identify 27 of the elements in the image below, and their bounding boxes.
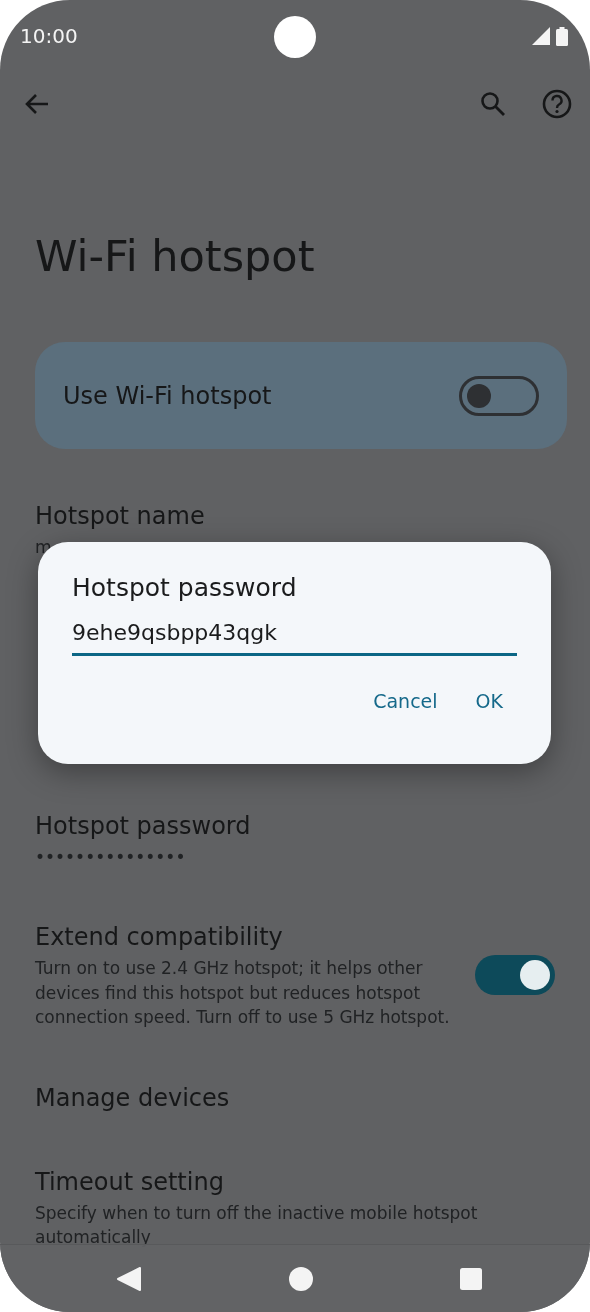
setting-title[interactable]: Hotspot password — [35, 809, 567, 842]
toggle-switch[interactable] — [475, 955, 555, 996]
main-switch-label: Use Wi-Fi hotspot — [63, 381, 272, 410]
setting-title[interactable]: Hotspot name — [35, 500, 567, 532]
setting-summary: ••••••••••••••• — [35, 845, 187, 869]
setting-title[interactable]: Extend compatibility — [35, 921, 455, 953]
setting-summary: Turn on to use 2.4 GHz hotspot; it helps other devices find this hotspot but reduces hotspot connection speed. Turn off to use 5 GHz hotspot. — [35, 957, 451, 1029]
dialog-button[interactable]: Cancel — [363, 684, 448, 718]
setting-title[interactable]: Timeout setting — [35, 1165, 567, 1198]
toggle-switch[interactable] — [459, 375, 539, 416]
main-switch-card[interactable]: Use Wi-Fi hotspot — [35, 342, 567, 449]
signal-icon — [532, 27, 550, 45]
dialog-button[interactable]: OK — [465, 684, 513, 718]
back-nav-icon[interactable] — [116, 1265, 142, 1292]
setting-summary: Specify when to turn off the inactive mobile hotspot automatically — [35, 1201, 479, 1249]
recents-nav-icon[interactable] — [460, 1267, 482, 1290]
camera-cutout — [274, 16, 316, 58]
dialog-title: Hotspot password — [72, 572, 298, 604]
battery-icon — [556, 26, 568, 46]
password-field[interactable]: 9ehe9qsbpp43qgk — [72, 620, 517, 656]
setting-title[interactable]: Manage devices — [35, 1081, 567, 1114]
page-title: Wi-Fi hotspot — [35, 230, 316, 283]
status-time: 10:00 — [20, 24, 78, 48]
back-button[interactable] — [24, 92, 50, 116]
help-button[interactable] — [542, 89, 572, 119]
search-button[interactable] — [480, 91, 506, 117]
home-nav-icon[interactable] — [289, 1266, 313, 1291]
